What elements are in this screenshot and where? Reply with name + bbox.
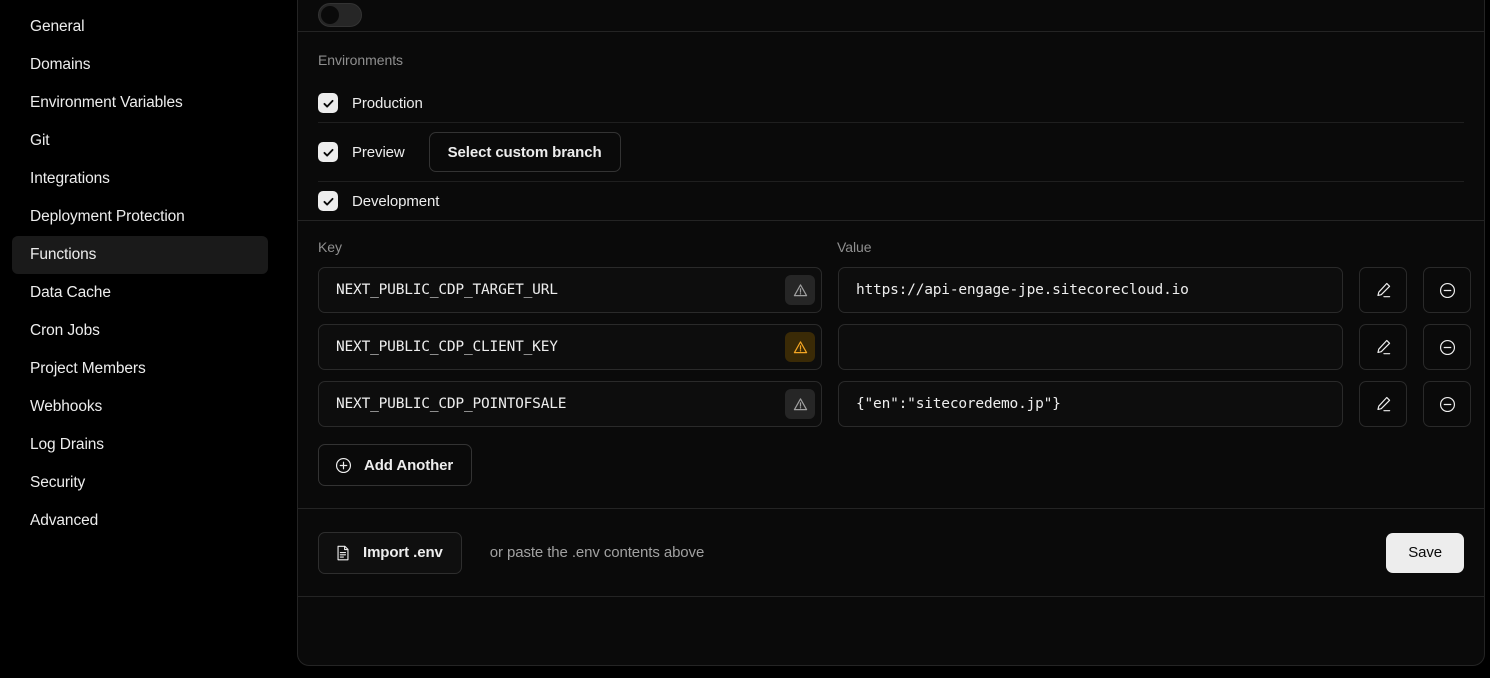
remove-row-button-2[interactable] — [1423, 324, 1471, 370]
key-input-3[interactable]: NEXT_PUBLIC_CDP_POINTOFSALE — [318, 381, 822, 427]
environment-row-development: Development — [318, 181, 1464, 220]
pencil-icon — [1376, 396, 1390, 411]
key-input-2[interactable]: NEXT_PUBLIC_CDP_CLIENT_KEY — [318, 324, 822, 370]
sidebar-item-label: General — [30, 18, 85, 35]
sidebar-item-webhooks[interactable]: Webhooks — [12, 388, 268, 426]
add-another-label: Add Another — [364, 456, 454, 474]
key-value-text: NEXT_PUBLIC_CDP_CLIENT_KEY — [336, 339, 558, 355]
sidebar-item-project-members[interactable]: Project Members — [12, 350, 268, 388]
key-column-header: Key — [318, 239, 342, 255]
plus-circle-icon — [335, 457, 352, 473]
value-input-1[interactable]: https://api-engage-jpe.sitecorecloud.io — [838, 267, 1343, 313]
environment-row-production: Production — [318, 84, 1464, 122]
key-value-text: NEXT_PUBLIC_CDP_POINTOFSALE — [336, 396, 567, 412]
select-custom-branch-button[interactable]: Select custom branch — [428, 132, 621, 172]
save-button[interactable]: Save — [1386, 532, 1464, 573]
environment-row-preview: Preview Select custom branch — [318, 122, 1464, 181]
sidebar-item-label: Project Members — [30, 360, 146, 377]
environments-label: Environments — [318, 52, 403, 68]
warning-triangle-icon — [793, 397, 807, 410]
import-env-label: Import .env — [363, 544, 443, 561]
sidebar-item-label: Advanced — [30, 512, 99, 529]
value-column-header: Value — [837, 239, 872, 255]
settings-sidebar: General Domains Environment Variables Gi… — [0, 0, 280, 678]
checkbox-development[interactable] — [318, 191, 338, 211]
check-icon — [323, 197, 333, 206]
document-icon — [337, 545, 349, 560]
sidebar-item-label: Environment Variables — [30, 94, 183, 111]
edit-row-button-2[interactable] — [1359, 324, 1407, 370]
environments-section: Environments Production Preview Select c… — [298, 32, 1484, 220]
paste-hint-text: or paste the .env contents above — [489, 544, 705, 561]
sidebar-item-label: Deployment Protection — [30, 208, 185, 225]
warning-triangle-icon — [793, 283, 807, 296]
environment-label: Development — [352, 192, 440, 210]
pencil-icon — [1376, 339, 1390, 354]
checkbox-production[interactable] — [318, 93, 338, 113]
table-header-row: Key Value — [318, 239, 1464, 257]
sidebar-item-label: Log Drains — [30, 436, 104, 453]
pencil-icon — [1376, 282, 1390, 297]
sidebar-item-environment-variables[interactable]: Environment Variables — [12, 84, 268, 122]
sidebar-item-label: Integrations — [30, 170, 110, 187]
sidebar-item-label: Domains — [30, 56, 91, 73]
warning-icon[interactable] — [785, 275, 815, 305]
table-row: NEXT_PUBLIC_CDP_POINTOFSALE {"en":"sitec… — [318, 381, 1471, 427]
minus-circle-icon — [1439, 339, 1455, 355]
sidebar-item-data-cache[interactable]: Data Cache — [12, 274, 268, 312]
sidebar-item-cron-jobs[interactable]: Cron Jobs — [12, 312, 268, 350]
sidebar-item-label: Git — [30, 132, 50, 149]
value-text: https://api-engage-jpe.sitecorecloud.io — [856, 282, 1189, 298]
value-text: {"en":"sitecoredemo.jp"} — [856, 396, 1061, 412]
remove-row-button-3[interactable] — [1423, 381, 1471, 427]
edit-row-button-3[interactable] — [1359, 381, 1407, 427]
environment-label: Preview — [352, 143, 405, 161]
import-env-button[interactable]: Import .env — [318, 531, 462, 574]
divider — [298, 596, 1484, 597]
sidebar-item-domains[interactable]: Domains — [12, 46, 268, 84]
environment-variables-panel: Environments Production Preview Select c… — [297, 0, 1485, 666]
checkbox-preview[interactable] — [318, 142, 338, 162]
warning-triangle-icon — [793, 340, 807, 353]
sidebar-item-log-drains[interactable]: Log Drains — [12, 426, 268, 464]
variables-table: Key Value NEXT_PUBLIC_CDP_TARGET_URL htt… — [298, 220, 1484, 508]
check-icon — [323, 148, 333, 157]
sidebar-item-functions[interactable]: Functions — [12, 236, 268, 274]
panel-top-toggle-row — [298, 0, 1484, 31]
warning-icon[interactable] — [785, 389, 815, 419]
sidebar-item-label: Security — [30, 474, 86, 491]
sidebar-item-security[interactable]: Security — [12, 464, 268, 502]
key-input-1[interactable]: NEXT_PUBLIC_CDP_TARGET_URL — [318, 267, 822, 313]
sidebar-item-label: Functions — [30, 246, 97, 263]
edit-row-button-1[interactable] — [1359, 267, 1407, 313]
sidebar-item-label: Data Cache — [30, 284, 111, 301]
value-input-3[interactable]: {"en":"sitecoredemo.jp"} — [838, 381, 1343, 427]
sidebar-item-advanced[interactable]: Advanced — [12, 502, 268, 540]
key-value-text: NEXT_PUBLIC_CDP_TARGET_URL — [336, 282, 558, 298]
add-another-button[interactable]: Add Another — [318, 444, 473, 486]
minus-circle-icon — [1439, 396, 1455, 412]
sidebar-item-label: Cron Jobs — [30, 322, 100, 339]
sidebar-item-git[interactable]: Git — [12, 122, 268, 160]
table-row: NEXT_PUBLIC_CDP_CLIENT_KEY — [318, 324, 1471, 370]
check-icon — [323, 99, 333, 108]
panel-footer: Import .env or paste the .env contents a… — [298, 508, 1484, 596]
sensitive-toggle[interactable] — [318, 3, 362, 27]
sidebar-item-label: Webhooks — [30, 398, 103, 415]
sidebar-item-deployment-protection[interactable]: Deployment Protection — [12, 198, 268, 236]
minus-circle-icon — [1439, 282, 1455, 298]
settings-page: General Domains Environment Variables Gi… — [0, 0, 1490, 678]
sidebar-item-integrations[interactable]: Integrations — [12, 160, 268, 198]
value-input-2[interactable] — [838, 324, 1343, 370]
table-row: NEXT_PUBLIC_CDP_TARGET_URL https://api-e… — [318, 267, 1471, 313]
environment-label: Production — [352, 94, 423, 112]
sidebar-item-general[interactable]: General — [12, 8, 268, 46]
remove-row-button-1[interactable] — [1423, 267, 1471, 313]
warning-icon[interactable] — [785, 332, 815, 362]
